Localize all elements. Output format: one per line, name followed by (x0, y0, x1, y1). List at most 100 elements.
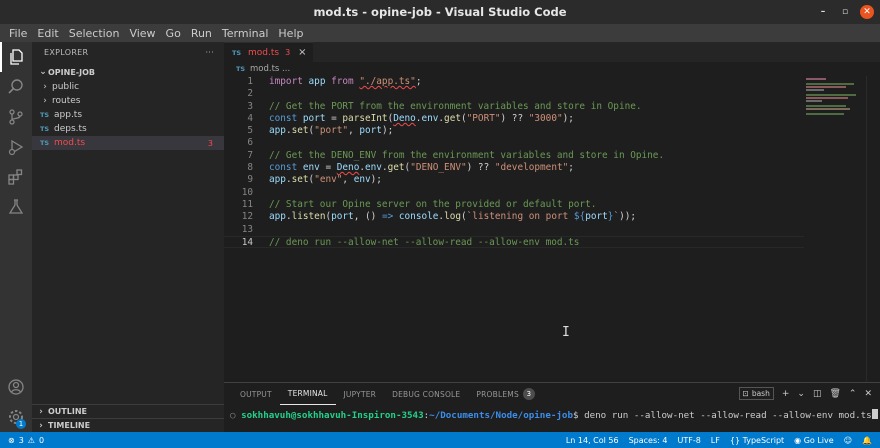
extensions-icon[interactable] (0, 162, 32, 192)
code-text: // deno run --allow-net --allow-read --a… (269, 236, 580, 248)
line-number: 3 (247, 100, 253, 112)
code-line: 5 app.set("port", port); (224, 125, 804, 137)
typescript-file-icon: TS (232, 48, 242, 57)
search-icon[interactable] (0, 72, 32, 102)
status-warning-count: 0 (38, 435, 45, 445)
terminal-output[interactable]: ○ sokhhavuh@sokhhavuh-Inspiron-3543:~/Do… (230, 409, 878, 421)
close-panel-icon[interactable]: ✕ (864, 389, 872, 399)
line-number: 1 (247, 76, 253, 87)
minimap[interactable] (806, 76, 864, 116)
status-language[interactable]: {} TypeScript (730, 436, 784, 445)
more-actions-icon[interactable]: ··· (205, 48, 214, 57)
menu-selection[interactable]: Selection (64, 27, 125, 40)
code-line: 1 import app from "./app.ts"; (224, 76, 804, 88)
code-text: app.set("env", env); (269, 174, 382, 186)
code-text: // Get the DENO_ENV from the environment… (269, 149, 665, 161)
settings-gear-icon[interactable]: 1 (0, 402, 32, 432)
project-folder[interactable]: ⌄ OPINE-JOB (32, 64, 224, 80)
status-problems[interactable]: ⊗ 3 ⚠ 0 (0, 436, 44, 445)
code-line: 7 // Get the DENO_ENV from the environmen… (224, 150, 804, 162)
line-number: 4 (247, 112, 253, 124)
menu-view[interactable]: View (124, 27, 160, 40)
tree-item-deps-ts[interactable]: TS deps.ts (32, 122, 224, 136)
breadcrumb[interactable]: TS mod.ts ... (224, 62, 880, 76)
terminal-user: sokhhavuh@sokhhavuh-Inspiron-3543 (241, 410, 424, 421)
chevron-down-icon: ⌄ (39, 67, 47, 77)
notifications-bell-icon[interactable]: 🔔 (862, 436, 872, 445)
code-text: import app from "./app.ts"; (269, 76, 422, 87)
line-number: 6 (247, 137, 253, 149)
timeline-title: TIMELINE (48, 421, 91, 430)
code-editor[interactable]: 1 import app from "./app.ts"; 2 3 // Get t… (224, 76, 804, 249)
close-icon[interactable]: × (298, 47, 306, 58)
tab-debug-console[interactable]: DEBUG CONSOLE (384, 383, 468, 405)
tab-problems[interactable]: PROBLEMS 3 (468, 383, 543, 405)
vertical-scrollbar[interactable] (866, 76, 880, 382)
terminal-path: ~/Documents/Node/opine-job (429, 410, 573, 421)
golive-label: Go Live (803, 435, 834, 445)
chevron-right-icon: › (39, 420, 43, 431)
code-line: 12 app.listen(port, () => console.log(`li… (224, 211, 804, 223)
outline-section[interactable]: › OUTLINE (32, 404, 224, 418)
tree-item-public[interactable]: › public (32, 80, 224, 94)
explorer-icon[interactable] (0, 42, 32, 72)
warning-icon: ⚠ (27, 435, 35, 445)
new-terminal-icon[interactable]: + (782, 389, 790, 399)
menu-terminal[interactable]: Terminal (217, 27, 274, 40)
tab-output[interactable]: OUTPUT (232, 383, 280, 405)
status-eol[interactable]: LF (711, 436, 720, 445)
code-line: 8 const env = Deno.env.get("DENO_ENV") ??… (224, 162, 804, 174)
activity-bar: 1 (0, 42, 32, 432)
code-text: // Get the PORT from the environment var… (269, 100, 642, 112)
menu-run[interactable]: Run (186, 27, 217, 40)
minimize-icon[interactable]: – (816, 5, 830, 19)
tree-item-app-ts[interactable]: TS app.ts (32, 108, 224, 122)
explorer-title: EXPLORER (44, 47, 89, 57)
line-number: 9 (247, 174, 253, 186)
broadcast-icon: ◉ (794, 435, 802, 445)
terminal-selector[interactable]: ⊡ bash (738, 387, 774, 400)
maximize-icon[interactable]: ▫ (838, 5, 852, 19)
editor-tabs: TS mod.ts 3 × (224, 42, 880, 62)
chevron-down-icon[interactable]: ⌄ (797, 389, 805, 399)
error-icon: ⊗ (8, 435, 15, 445)
status-position[interactable]: Ln 14, Col 56 (566, 436, 619, 445)
tab-error-count: 3 (285, 48, 291, 57)
tab-terminal[interactable]: TERMINAL (279, 383, 336, 405)
tree-item-label: app.ts (54, 110, 83, 120)
feedback-icon[interactable]: ☺ (844, 436, 852, 445)
status-spaces[interactable]: Spaces: 4 (629, 436, 668, 445)
line-number: 7 (247, 149, 253, 161)
status-encoding[interactable]: UTF-8 (677, 436, 700, 445)
code-line: 6 (224, 137, 804, 149)
menu-go[interactable]: Go (161, 27, 186, 40)
close-window-icon[interactable]: ✕ (860, 5, 874, 19)
outline-title: OUTLINE (48, 407, 87, 416)
timeline-section[interactable]: › TIMELINE (32, 418, 224, 432)
code-line: 3 // Get the PORT from the environment va… (224, 101, 804, 113)
trash-icon[interactable]: 🗑 (829, 389, 840, 399)
testing-flask-icon[interactable] (0, 192, 32, 222)
tab-jupyter[interactable]: JUPYTER (336, 383, 385, 405)
typescript-file-icon: TS (40, 111, 50, 119)
tree-item-routes[interactable]: › routes (32, 94, 224, 108)
status-golive[interactable]: ◉ Go Live (794, 436, 834, 445)
line-number: 13 (241, 223, 253, 235)
chevron-up-icon[interactable]: ⌃ (849, 389, 857, 399)
run-debug-icon[interactable] (0, 132, 32, 162)
status-error-count: 3 (18, 435, 24, 445)
code-text: app.set("port", port); (269, 125, 394, 137)
tab-mod-ts[interactable]: TS mod.ts 3 × (224, 42, 313, 62)
status-right: Ln 14, Col 56 Spaces: 4 UTF-8 LF {} Type… (566, 436, 872, 445)
menu-edit[interactable]: Edit (32, 27, 63, 40)
line-number: 12 (241, 211, 253, 223)
menu-help[interactable]: Help (273, 27, 308, 40)
tab-problems-label: PROBLEMS (476, 389, 519, 399)
breadcrumb-file: mod.ts ... (250, 64, 291, 74)
account-icon[interactable] (0, 372, 32, 402)
menu-file[interactable]: File (4, 27, 32, 40)
split-terminal-icon[interactable]: ◫ (813, 389, 822, 399)
source-control-icon[interactable] (0, 102, 32, 132)
tree-item-mod-ts[interactable]: TS mod.ts 3 (32, 136, 224, 150)
